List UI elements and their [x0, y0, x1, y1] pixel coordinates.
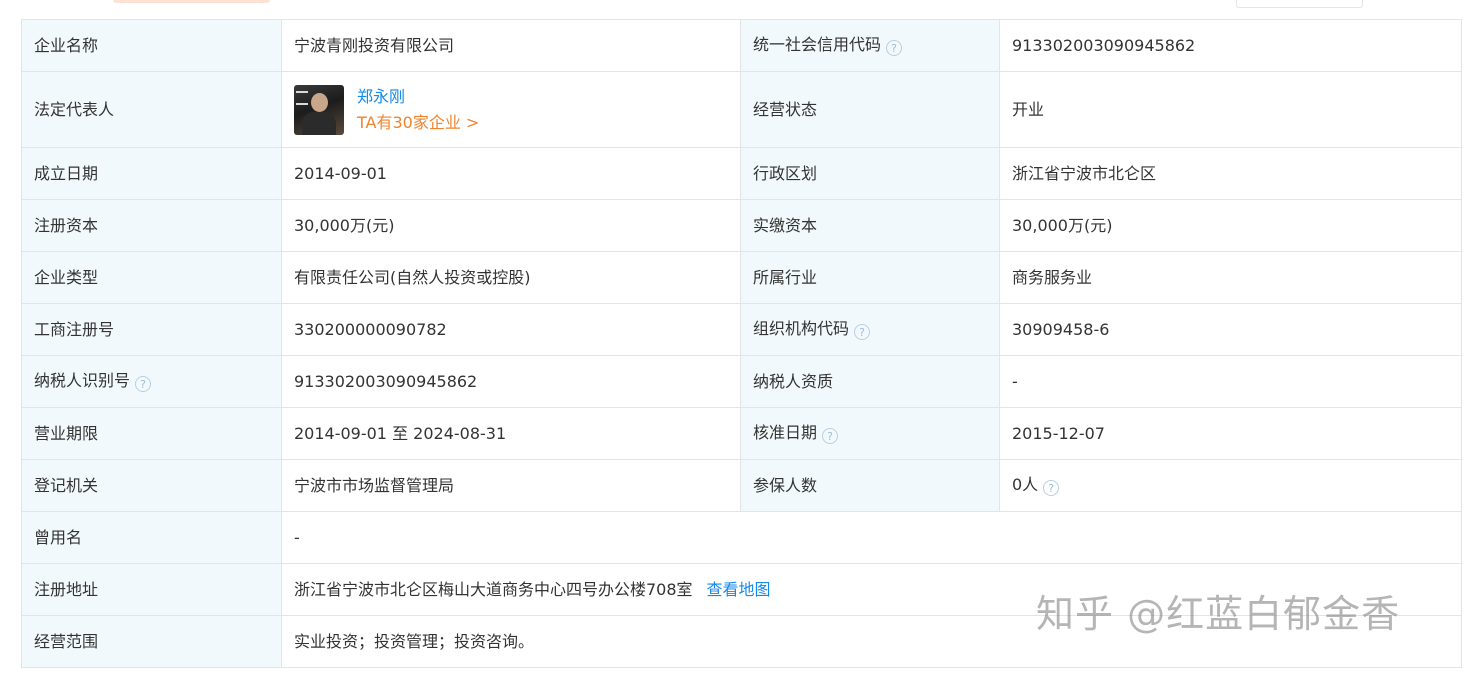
approval-date-value: 2015-12-07 — [999, 407, 1462, 460]
established-date-value: 2014-09-01 — [281, 147, 741, 200]
business-info-table: 企业名称 宁波青刚投资有限公司 统一社会信用代码? 91330200309094… — [21, 19, 1462, 668]
help-icon[interactable]: ? — [135, 376, 152, 392]
help-icon[interactable]: ? — [854, 324, 871, 340]
registered-capital-value: 30,000万(元) — [281, 199, 741, 252]
industry-value: 商务服务业 — [999, 251, 1462, 304]
registered-address-label: 注册地址 — [21, 563, 282, 616]
insured-count-label: 参保人数 — [740, 459, 1000, 512]
company-info-page: 企业名称 宁波青刚投资有限公司 统一社会信用代码? 91330200309094… — [0, 0, 1471, 674]
related-companies-link[interactable]: TA有30家企业 > — [357, 110, 479, 136]
industry-label: 所属行业 — [740, 251, 1000, 304]
taxpayer-qualification-value: - — [999, 355, 1462, 408]
operating-status-value: 开业 — [999, 71, 1462, 148]
org-code-value: 30909458-6 — [999, 303, 1462, 356]
top-control-fragment[interactable] — [1236, 0, 1363, 8]
table-row: 纳税人识别号? 913302003090945862 纳税人资质 - — [21, 355, 1462, 408]
legal-rep-value: 郑永刚 TA有30家企业 > — [281, 71, 741, 148]
credit-code-value: 913302003090945862 — [999, 19, 1462, 72]
legal-rep-block: 郑永刚 TA有30家企业 > — [294, 84, 728, 136]
taxpayer-id-value: 913302003090945862 — [281, 355, 741, 408]
approval-date-label-text: 核准日期 — [753, 423, 818, 442]
admin-region-label: 行政区划 — [740, 147, 1000, 200]
credit-code-label-text: 统一社会信用代码 — [753, 35, 882, 54]
table-row: 企业类型 有限责任公司(自然人投资或控股) 所属行业 商务服务业 — [21, 251, 1462, 304]
legal-rep-label: 法定代表人 — [21, 71, 282, 148]
registration-number-value: 330200000090782 — [281, 303, 741, 356]
taxpayer-id-label: 纳税人识别号? — [21, 355, 282, 408]
watermark: 知乎 @红蓝白郁金香 — [1036, 592, 1401, 636]
business-scope-label: 经营范围 — [21, 615, 282, 668]
business-term-label: 营业期限 — [21, 407, 282, 460]
registration-authority-label: 登记机关 — [21, 459, 282, 512]
registration-authority-value: 宁波市市场监督管理局 — [281, 459, 741, 512]
view-map-link[interactable]: 查看地图 — [707, 580, 771, 599]
table-row: 曾用名 - — [21, 511, 1462, 564]
paid-in-capital-label: 实缴资本 — [740, 199, 1000, 252]
admin-region-value: 浙江省宁波市北仑区 — [999, 147, 1462, 200]
paid-in-capital-value: 30,000万(元) — [999, 199, 1462, 252]
table-row: 注册资本 30,000万(元) 实缴资本 30,000万(元) — [21, 199, 1462, 252]
help-icon[interactable]: ? — [822, 428, 839, 444]
taxpayer-qualification-label: 纳税人资质 — [740, 355, 1000, 408]
person-head-shape — [311, 92, 328, 112]
company-name-value: 宁波青刚投资有限公司 — [281, 19, 741, 72]
table-row: 成立日期 2014-09-01 行政区划 浙江省宁波市北仑区 — [21, 147, 1462, 200]
former-name-label: 曾用名 — [21, 511, 282, 564]
table-row: 企业名称 宁波青刚投资有限公司 统一社会信用代码? 91330200309094… — [21, 19, 1462, 72]
company-name-label: 企业名称 — [21, 19, 282, 72]
photo-sign-mark — [296, 90, 308, 105]
table-row: 登记机关 宁波市市场监督管理局 参保人数 0人? — [21, 459, 1462, 512]
operating-status-label: 经营状态 — [740, 71, 1000, 148]
registration-number-label: 工商注册号 — [21, 303, 282, 356]
taxpayer-id-label-text: 纳税人识别号 — [34, 371, 131, 390]
company-type-label: 企业类型 — [21, 251, 282, 304]
legal-rep-text: 郑永刚 TA有30家企业 > — [357, 84, 479, 136]
table-row: 工商注册号 330200000090782 组织机构代码? 30909458-6 — [21, 303, 1462, 356]
avatar[interactable] — [294, 84, 344, 135]
person-body-shape — [302, 111, 336, 135]
help-icon[interactable]: ? — [886, 40, 903, 56]
approval-date-label: 核准日期? — [740, 407, 1000, 460]
table-row: 营业期限 2014-09-01 至 2024-08-31 核准日期? 2015-… — [21, 407, 1462, 460]
insured-count-text: 0人 — [1012, 475, 1039, 494]
legal-rep-name-link[interactable]: 郑永刚 — [357, 84, 479, 110]
org-code-label: 组织机构代码? — [740, 303, 1000, 356]
former-name-value: - — [281, 511, 1462, 564]
registered-capital-label: 注册资本 — [21, 199, 282, 252]
insured-count-value: 0人? — [999, 459, 1462, 512]
established-date-label: 成立日期 — [21, 147, 282, 200]
registered-address-text: 浙江省宁波市北仑区梅山大道商务中心四号办公楼708室 — [294, 579, 693, 599]
business-term-value: 2014-09-01 至 2024-08-31 — [281, 407, 741, 460]
org-code-label-text: 组织机构代码 — [753, 319, 850, 338]
top-tab-fragment[interactable] — [113, 0, 270, 3]
help-icon[interactable]: ? — [1043, 480, 1060, 496]
table-row: 法定代表人 郑永刚 TA有30家企业 > 经营状态 开业 — [21, 71, 1462, 148]
company-type-value: 有限责任公司(自然人投资或控股) — [281, 251, 741, 304]
credit-code-label: 统一社会信用代码? — [740, 19, 1000, 72]
